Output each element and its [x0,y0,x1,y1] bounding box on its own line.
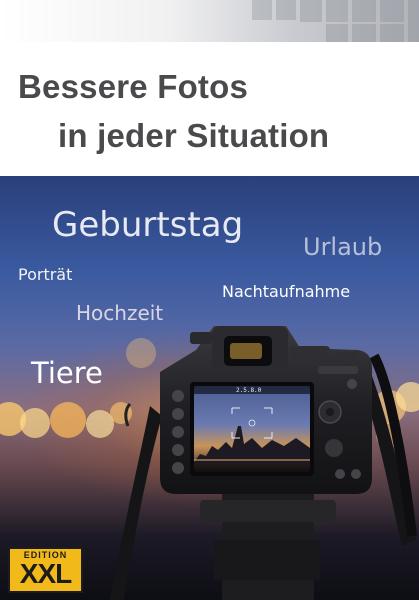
decor-square [408,0,419,42]
book-title-line-2: in jeder Situation [58,117,330,154]
decor-square [300,0,322,22]
decor-square [326,0,348,22]
logo-brand-text: XXL [19,558,72,589]
top-decor-strip [0,0,419,42]
cover-photo: Geburtstag Urlaub Porträt Nachtaufnahme … [0,176,419,600]
decor-square [352,0,376,22]
decor-square [326,24,348,42]
decor-square [352,24,376,42]
decor-square [276,0,296,20]
dslr-camera-illustration [110,326,417,600]
title-band: Bessere Fotos in jeder Situation [0,42,419,176]
decor-square [252,0,272,20]
decor-square [380,24,404,42]
decor-square [380,0,404,22]
book-title-line-1: Bessere Fotos [18,68,249,105]
edition-xxl-logo: EDITION XXL [8,547,83,593]
camera-screen-readout: 2.5.8.0 [236,387,262,394]
